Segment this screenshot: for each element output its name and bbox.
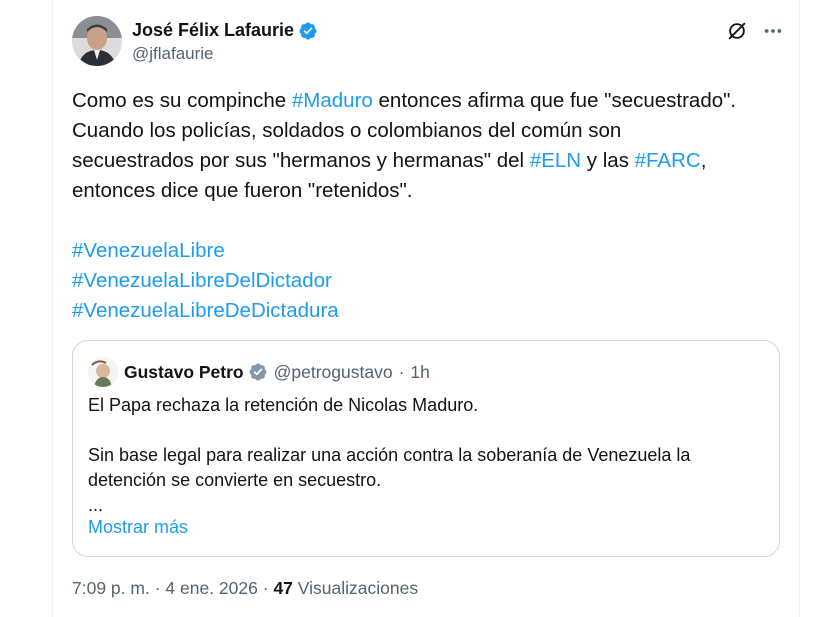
tweet-line: #VenezuelaLibre (72, 236, 787, 266)
hashtag-link[interactable]: #VenezuelaLibreDelDictador (72, 269, 332, 292)
text-segment: Como es su compinche (72, 89, 292, 112)
tweet-text: Como es su compinche #Maduro entonces af… (72, 86, 787, 326)
tweet-line: Como es su compinche #Maduro entonces af… (72, 86, 787, 116)
quoted-line: detención se convierte en secuestro. (88, 470, 382, 490)
separator-dot: · (398, 361, 405, 382)
tweet-line: #VenezuelaLibreDeDictadura (72, 296, 787, 326)
author-name-row: José Félix Lafaurie (132, 20, 318, 41)
tweet-header: José Félix Lafaurie @jflafaurie (72, 16, 784, 68)
quoted-line (88, 418, 768, 443)
author-avatar[interactable] (72, 16, 122, 66)
quoted-line: Sin base legal para realizar una acción … (88, 445, 691, 465)
grok-icon[interactable] (726, 20, 748, 42)
hashtag-link[interactable]: #VenezuelaLibreDeDictadura (72, 299, 339, 322)
text-segment: y las (581, 149, 635, 172)
verified-gray-badge-icon[interactable] (248, 362, 268, 382)
quoted-tweet-text: El Papa rechaza la retención de Nicolas … (88, 393, 768, 518)
author-display-name[interactable]: José Félix Lafaurie (132, 20, 294, 41)
text-segment: entonces afirma que fue "secuestrado". (372, 89, 737, 112)
author-avatar-image (72, 16, 122, 66)
quoted-author-name[interactable]: Gustavo Petro (124, 362, 244, 383)
tweet-actions (726, 20, 784, 42)
tweet-date[interactable]: 4 ene. 2026 (165, 578, 257, 598)
tweet-line: entonces dice que fueron "retenidos". (72, 176, 787, 206)
text-segment: , (700, 149, 707, 172)
views-label: Visualizaciones (297, 578, 419, 598)
quoted-author-avatar[interactable] (88, 357, 118, 387)
text-segment: entonces dice que fueron "retenidos". (72, 179, 413, 202)
quoted-line: El Papa rechaza la retención de Nicolas … (88, 395, 479, 415)
tweet-time[interactable]: 7:09 p. m. (72, 578, 150, 598)
tweet-line: secuestrados por sus "hermanos y hermana… (72, 146, 787, 176)
quoted-author-handle[interactable]: @petrogustavo (274, 362, 393, 383)
separator-dot: · (154, 578, 161, 598)
verified-badge-icon[interactable] (298, 21, 318, 41)
more-options-icon[interactable] (762, 20, 784, 42)
views-count: 47 (273, 578, 293, 598)
separator-dot: · (262, 578, 269, 598)
hashtag-link[interactable]: #Maduro (292, 89, 373, 112)
author-handle[interactable]: @jflafaurie (132, 44, 214, 64)
tweet-line: Cuando los policías, soldados o colombia… (72, 116, 787, 146)
tweet-line: #VenezuelaLibreDelDictador (72, 266, 787, 296)
show-more-link[interactable]: Mostrar más (88, 517, 188, 538)
text-segment: secuestrados por sus "hermanos y hermana… (72, 149, 530, 172)
quoted-tweet-time[interactable]: 1h (410, 362, 429, 383)
text-segment: Cuando los policías, soldados o colombia… (72, 119, 622, 142)
hashtag-link[interactable]: #VenezuelaLibre (72, 239, 225, 262)
hashtag-link[interactable]: #ELN (530, 149, 581, 172)
quoted-tweet-header: Gustavo Petro @petrogustavo · 1h (88, 357, 430, 387)
quoted-tweet[interactable]: Gustavo Petro @petrogustavo · 1h El Papa… (72, 340, 780, 557)
tweet-metadata: 7:09 p. m. · 4 ene. 2026 · 47 Visualizac… (72, 578, 418, 599)
quoted-line: ... (88, 495, 104, 515)
hashtag-link[interactable]: #FARC (635, 149, 701, 172)
